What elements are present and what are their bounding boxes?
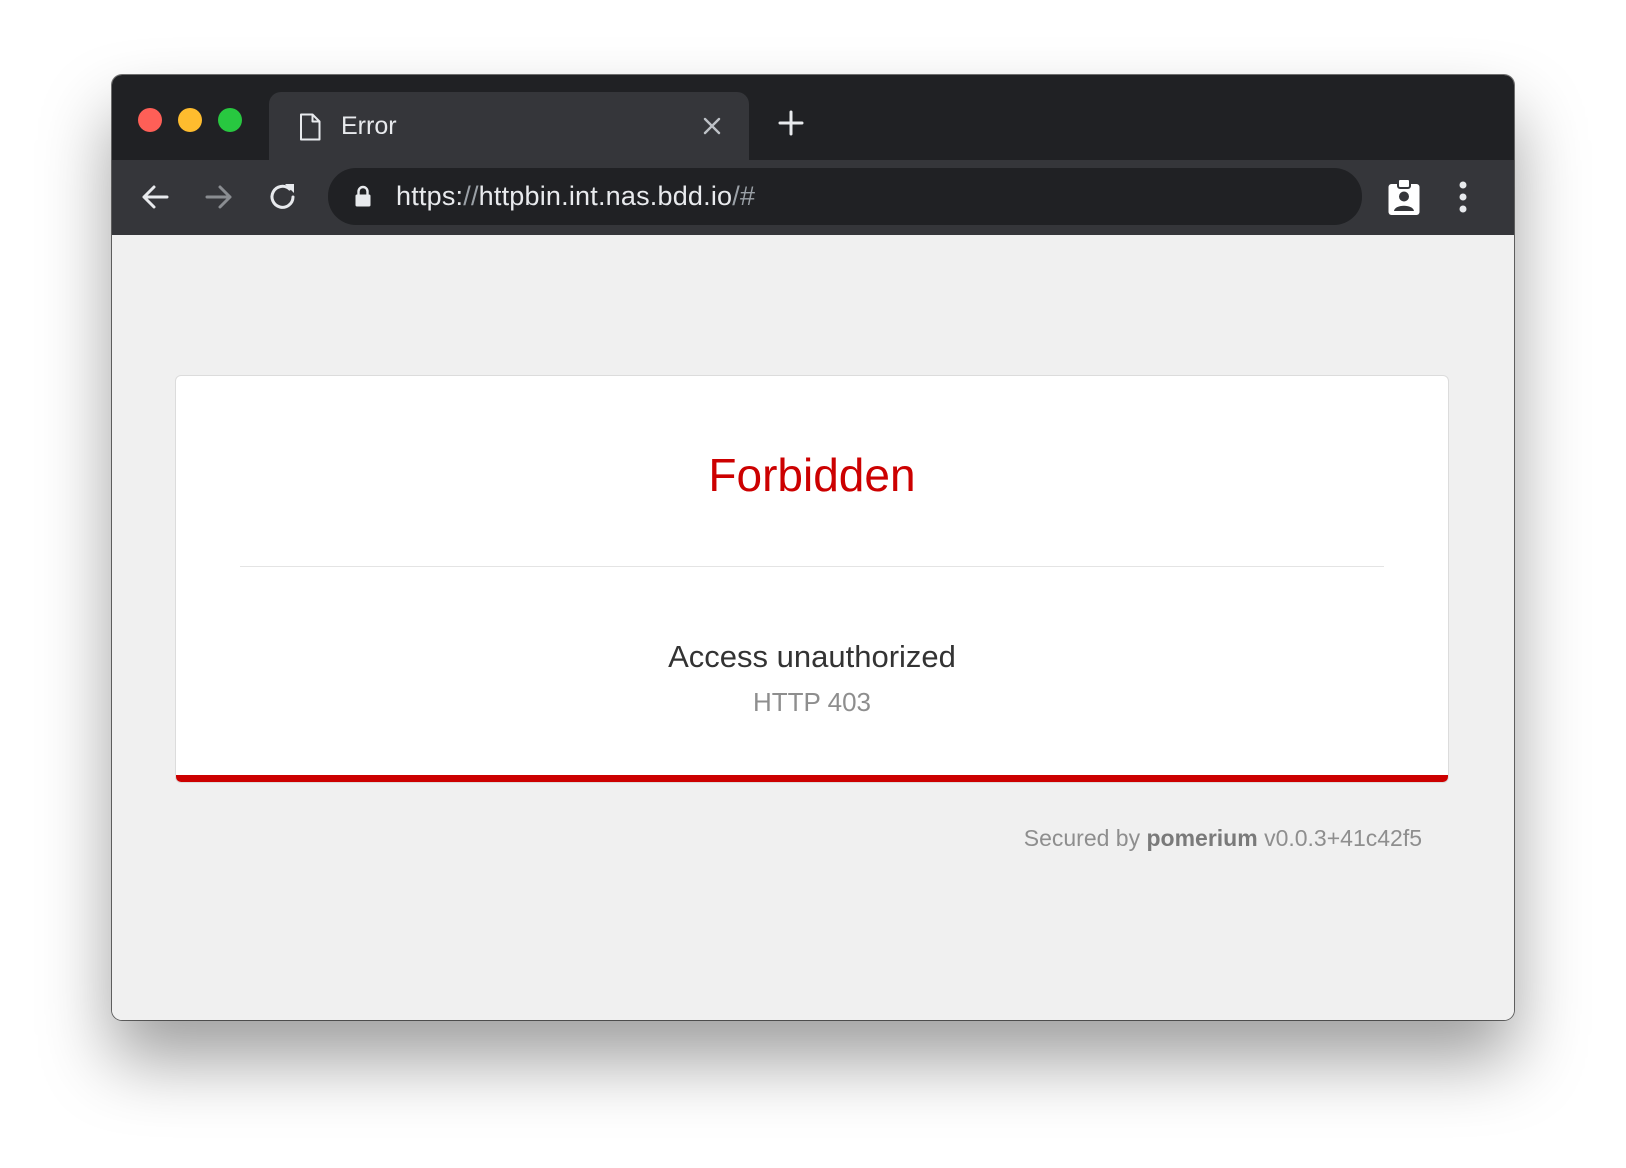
tab-title: Error bbox=[341, 112, 397, 140]
error-message: Access unauthorized bbox=[668, 639, 956, 674]
clipboard-account-icon[interactable] bbox=[1387, 178, 1421, 216]
address-bar[interactable]: https://httpbin.int.nas.bdd.io/# bbox=[328, 168, 1362, 225]
arrow-right-icon[interactable] bbox=[202, 180, 236, 214]
plus-icon[interactable] bbox=[778, 110, 804, 136]
footer-version: v0.0.3+41c42f5 bbox=[1264, 825, 1422, 851]
url-path: /# bbox=[732, 181, 756, 211]
title-bar: Error bbox=[112, 75, 1514, 160]
tab-error[interactable]: Error bbox=[269, 92, 749, 160]
url-text[interactable]: https://httpbin.int.nas.bdd.io/# bbox=[396, 179, 755, 213]
page-title: Forbidden bbox=[708, 449, 916, 501]
close-window-button[interactable] bbox=[138, 108, 162, 132]
error-card: Forbidden Access unauthorized HTTP 403 bbox=[175, 375, 1449, 783]
status-code: HTTP 403 bbox=[752, 687, 871, 717]
footer-prefix: Secured by bbox=[1023, 825, 1141, 851]
reload-icon[interactable] bbox=[266, 180, 300, 214]
url-scheme: https: bbox=[396, 181, 464, 211]
browser-toolbar: https://httpbin.int.nas.bdd.io/# bbox=[112, 160, 1514, 235]
url-separator: // bbox=[463, 181, 479, 211]
browser-window: Error https://httpbin.int.nas.bdd.io/# F… bbox=[112, 75, 1514, 1020]
close-icon[interactable] bbox=[702, 116, 722, 136]
accent-bar bbox=[176, 775, 1448, 782]
vertical-dots-icon[interactable] bbox=[1458, 180, 1468, 214]
zoom-window-button[interactable] bbox=[218, 108, 242, 132]
arrow-left-icon[interactable] bbox=[138, 180, 172, 214]
document-icon bbox=[300, 113, 321, 141]
divider bbox=[240, 566, 1384, 567]
lock-icon[interactable] bbox=[354, 185, 372, 207]
footer-brand: pomerium bbox=[1146, 825, 1258, 851]
url-host: httpbin.int.nas.bdd.io bbox=[478, 181, 733, 211]
page-content: Forbidden Access unauthorized HTTP 403 S… bbox=[112, 235, 1514, 1020]
footer: Secured by pomerium v0.0.3+41c42f5 bbox=[1024, 823, 1422, 853]
minimize-window-button[interactable] bbox=[178, 108, 202, 132]
